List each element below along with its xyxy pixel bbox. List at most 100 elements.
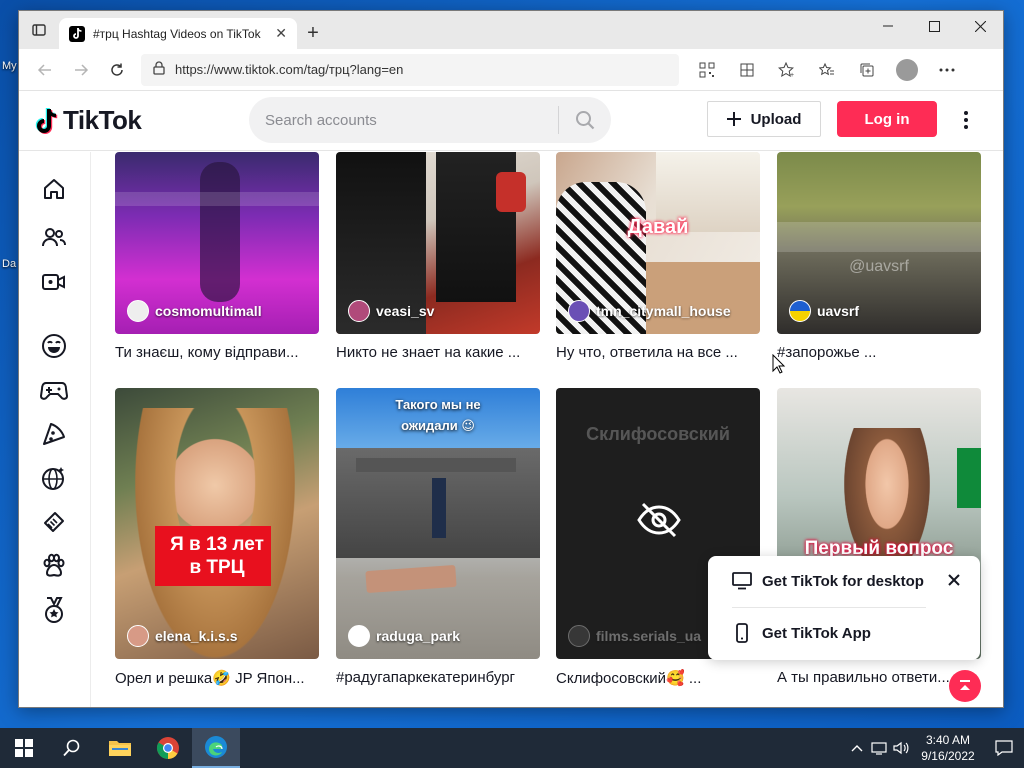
close-popup-icon[interactable]	[944, 570, 964, 590]
dance-icon[interactable]	[39, 463, 69, 493]
collections-icon[interactable]	[847, 52, 887, 88]
tiktok-header: TikTok Search accounts Upload Log in	[19, 91, 1003, 151]
author-name: cosmomultimall	[155, 303, 262, 319]
profile-icon[interactable]	[887, 52, 927, 88]
author-name: films.serials_ua	[596, 628, 702, 644]
tiktok-favicon-icon	[69, 25, 85, 42]
get-desktop-label: Get TikTok for desktop	[762, 572, 924, 590]
video-overlay-text: Давай	[627, 216, 689, 238]
food-icon[interactable]	[39, 419, 69, 449]
settings-more-icon[interactable]	[927, 52, 967, 88]
video-card[interactable]: @uavsrf uavsrf #запорожье ...	[777, 152, 981, 361]
home-icon[interactable]	[39, 174, 69, 204]
more-options-icon[interactable]	[955, 105, 977, 135]
following-icon[interactable]	[39, 222, 69, 252]
video-overlay-text: Такого мы не ожидали 😉	[395, 397, 481, 433]
avatar	[348, 625, 370, 647]
live-icon[interactable]	[39, 267, 69, 297]
window-controls	[865, 11, 1003, 41]
comedy-icon[interactable]	[39, 331, 69, 361]
scroll-to-top-button[interactable]	[949, 670, 981, 702]
chrome-icon[interactable]	[144, 728, 192, 768]
beauty-icon[interactable]	[39, 507, 69, 537]
video-author[interactable]: uavsrf	[789, 300, 859, 322]
forward-button[interactable]	[63, 52, 99, 88]
video-card[interactable]: veasi_sv Никто не знает на какие ...	[336, 152, 540, 361]
video-caption[interactable]: #радугапаркекатеринбург	[336, 669, 540, 686]
url-text: https://www.tiktok.com/tag/трц?lang=en	[175, 62, 404, 77]
video-card[interactable]: cosmomultimall Ти знаєш, кому відправи..…	[115, 152, 319, 361]
video-caption[interactable]: Никто не знает на какие ...	[336, 344, 540, 361]
sports-icon[interactable]	[39, 595, 69, 625]
back-button[interactable]	[27, 52, 63, 88]
video-caption[interactable]: Ти знаєш, кому відправи...	[115, 344, 319, 361]
address-bar[interactable]: https://www.tiktok.com/tag/трц?lang=en	[141, 53, 679, 86]
author-name: veasi_sv	[376, 303, 435, 319]
avatar	[127, 625, 149, 647]
sidebar	[19, 152, 91, 707]
video-card[interactable]: Я в 13 лет в ТРЦ elena_k.i.s.s Орел и ре…	[115, 388, 319, 687]
volume-icon[interactable]	[890, 741, 912, 755]
file-explorer-icon[interactable]	[96, 728, 144, 768]
phone-icon	[736, 623, 748, 643]
login-button[interactable]: Log in	[837, 101, 937, 137]
lock-icon[interactable]	[153, 61, 165, 78]
video-card[interactable]: Такого мы не ожидали 😉 raduga_park #раду…	[336, 388, 540, 686]
video-caption[interactable]: Орел и решка🤣 JP Япон...	[115, 669, 319, 687]
video-thumbnail[interactable]: cosmomultimall	[115, 152, 319, 334]
browser-tab[interactable]: #трц Hashtag Videos on TikTok ✕	[59, 18, 297, 49]
video-thumbnail[interactable]: Я в 13 лет в ТРЦ elena_k.i.s.s	[115, 388, 319, 659]
notifications-icon[interactable]	[984, 740, 1024, 756]
clock[interactable]: 3:40 AM 9/16/2022	[912, 732, 984, 764]
video-author[interactable]: tmn_citymall_house	[568, 300, 731, 322]
qr-code-icon[interactable]	[687, 52, 727, 88]
search-icon[interactable]	[48, 728, 96, 768]
maximize-button[interactable]	[911, 11, 957, 41]
video-thumbnail[interactable]: veasi_sv	[336, 152, 540, 334]
animals-icon[interactable]	[39, 551, 69, 581]
video-author[interactable]: elena_k.i.s.s	[127, 625, 238, 647]
video-card[interactable]: Давай tmn_citymall_house Ну что, ответил…	[556, 152, 760, 361]
video-author[interactable]: veasi_sv	[348, 300, 434, 322]
network-icon[interactable]	[868, 741, 890, 755]
video-thumbnail[interactable]: Давай tmn_citymall_house	[556, 152, 760, 334]
add-favorite-icon[interactable]: +	[767, 52, 807, 88]
close-window-button[interactable]	[957, 11, 1003, 41]
close-tab-icon[interactable]: ✕	[275, 25, 287, 42]
search-icon[interactable]	[559, 110, 611, 130]
tab-actions-icon[interactable]	[19, 11, 59, 49]
video-caption[interactable]: Склифосовский🥰 ...	[556, 669, 760, 687]
browser-toolbar: https://www.tiktok.com/tag/трц?lang=en +	[19, 49, 1003, 91]
video-caption[interactable]: Ну что, ответила на все ...	[556, 344, 760, 361]
tiktok-wordmark: TikTok	[63, 105, 142, 135]
video-author[interactable]: films.serials_ua	[568, 625, 701, 647]
minimize-button[interactable]	[865, 11, 911, 41]
chevron-up-icon[interactable]	[846, 744, 868, 752]
video-author[interactable]: raduga_park	[348, 625, 460, 647]
tab-title: #трц Hashtag Videos on TikTok	[93, 26, 261, 41]
taskbar: 3:40 AM 9/16/2022	[0, 728, 1024, 768]
desktop-label: My	[2, 60, 17, 72]
tiktok-logo[interactable]: TikTok	[33, 105, 142, 136]
title-bar: #трц Hashtag Videos on TikTok ✕ +	[19, 11, 1003, 49]
search-input[interactable]: Search accounts	[249, 112, 558, 129]
gaming-icon[interactable]	[39, 375, 69, 405]
upload-button[interactable]: Upload	[707, 101, 821, 137]
video-author[interactable]: cosmomultimall	[127, 300, 262, 322]
video-thumbnail[interactable]: @uavsrf uavsrf	[777, 152, 981, 334]
video-thumbnail[interactable]: Такого мы не ожидали 😉 raduga_park	[336, 388, 540, 659]
edge-icon[interactable]	[192, 728, 240, 768]
avatar	[348, 300, 370, 322]
clock-time: 3:40 AM	[925, 733, 971, 747]
refresh-button[interactable]	[99, 52, 135, 88]
favorites-icon[interactable]	[807, 52, 847, 88]
avatar	[789, 300, 811, 322]
app-available-icon[interactable]	[727, 52, 767, 88]
video-watermark: @uavsrf	[849, 258, 909, 275]
new-tab-button[interactable]: +	[297, 18, 329, 49]
video-overlay-text: Я в 13 лет в ТРЦ	[170, 534, 264, 578]
get-desktop-link[interactable]: Get TikTok for desktop	[732, 572, 924, 590]
get-app-link[interactable]: Get TikTok App	[732, 623, 871, 643]
video-caption[interactable]: #запорожье ...	[777, 344, 981, 361]
start-button[interactable]	[0, 728, 48, 768]
